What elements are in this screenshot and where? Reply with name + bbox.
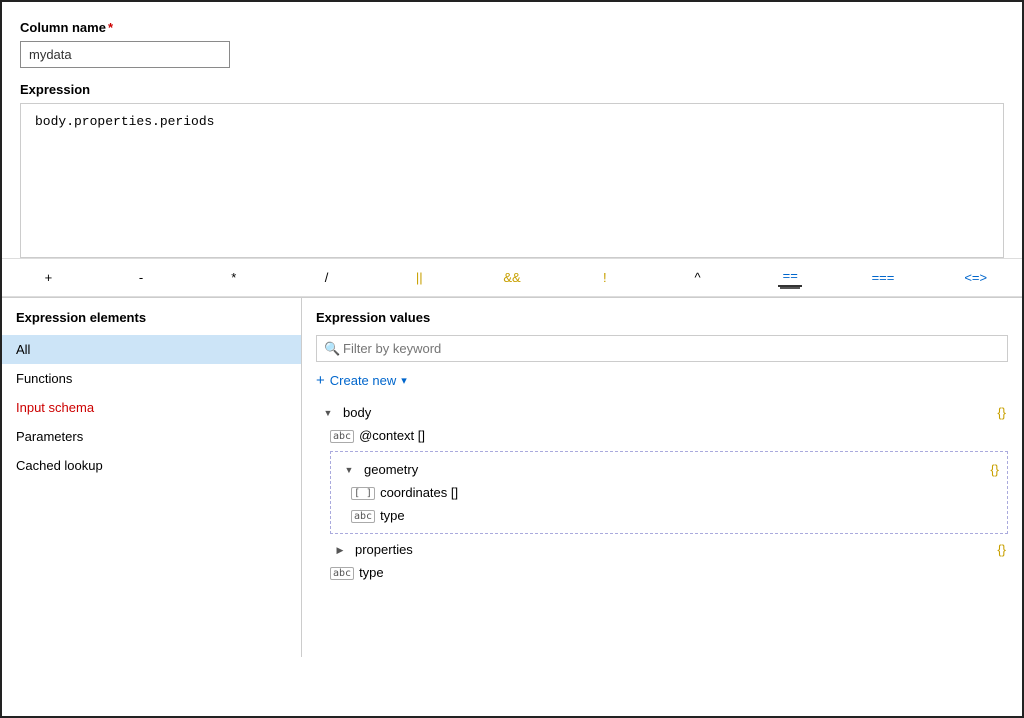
filter-input[interactable]	[316, 335, 1008, 362]
operator-neq[interactable]: <=>	[929, 268, 1022, 287]
chevron-geometry-icon	[339, 464, 359, 476]
geometry-brace: {}	[990, 462, 999, 477]
operator-divide[interactable]: /	[280, 268, 373, 287]
geometry-group-box: geometry {} [ ] coordinates [] abc type	[330, 451, 1008, 534]
geometry-label: geometry	[364, 462, 418, 477]
filter-input-wrap: 🔍	[316, 335, 1008, 362]
expression-label: Expression	[20, 82, 1004, 97]
column-name-section: Column name*	[20, 20, 1004, 82]
operator-and[interactable]: &&	[466, 268, 559, 287]
tree-item-properties[interactable]: properties {}	[316, 538, 1008, 561]
sidebar-item-functions[interactable]: Functions	[2, 364, 301, 393]
sidebar-item-input-schema[interactable]: Input schema	[2, 393, 301, 422]
context-label: @context []	[359, 428, 425, 443]
chevron-down-icon: ▾	[401, 374, 407, 387]
column-name-input[interactable]	[20, 41, 230, 68]
expression-editor[interactable]: body.properties.periods	[20, 103, 1004, 258]
left-panel: Expression elements All Functions Input …	[2, 298, 302, 657]
sidebar-item-cached-lookup[interactable]: Cached lookup	[2, 451, 301, 480]
type-body-type-icon: abc	[330, 567, 354, 579]
operator-bar: + - * / || && ! ^ == === <=>	[2, 258, 1022, 297]
operator-or[interactable]: ||	[373, 268, 466, 287]
coordinates-type-icon: [ ]	[351, 487, 375, 499]
right-panel-title: Expression values	[316, 310, 1008, 325]
chevron-body-icon	[318, 407, 338, 419]
type-geo-label: type	[380, 508, 405, 523]
plus-icon: +	[316, 372, 325, 389]
tree-item-coordinates[interactable]: [ ] coordinates []	[337, 481, 1001, 504]
right-panel: Expression values 🔍 + Create new ▾ body …	[302, 298, 1022, 657]
chevron-properties-icon	[330, 544, 350, 556]
tree-item-type-body[interactable]: abc type	[316, 561, 1008, 584]
properties-label: properties	[355, 542, 413, 557]
type-geo-type-icon: abc	[351, 510, 375, 522]
search-icon: 🔍	[324, 341, 340, 357]
body-label: body	[343, 405, 371, 420]
operator-minus[interactable]: -	[95, 268, 188, 287]
operator-not[interactable]: !	[558, 268, 651, 287]
tree-item-context[interactable]: abc @context []	[316, 424, 1008, 447]
operator-eq[interactable]: ==	[744, 266, 837, 289]
main-container: Column name* Expression body.properties.…	[2, 2, 1022, 258]
properties-brace: {}	[997, 542, 1006, 557]
create-new-button[interactable]: + Create new ▾	[316, 372, 1008, 389]
body-brace: {}	[997, 405, 1006, 420]
operator-seq[interactable]: ===	[837, 268, 930, 287]
bottom-panel: Expression elements All Functions Input …	[2, 297, 1022, 657]
operator-caret[interactable]: ^	[651, 268, 744, 287]
tree-item-type-geo[interactable]: abc type	[337, 504, 1001, 527]
coordinates-label: coordinates []	[380, 485, 458, 500]
column-name-label: Column name*	[20, 20, 1004, 35]
required-star: *	[108, 20, 113, 35]
sidebar-item-all[interactable]: All	[2, 335, 301, 364]
tree-item-body[interactable]: body {}	[316, 401, 1008, 424]
left-panel-title: Expression elements	[2, 310, 301, 335]
context-type-icon: abc	[330, 430, 354, 442]
operator-multiply[interactable]: *	[187, 268, 280, 287]
tree-item-geometry[interactable]: geometry {}	[337, 458, 1001, 481]
create-new-label: Create new	[330, 373, 396, 388]
operator-plus[interactable]: +	[2, 268, 95, 287]
type-body-label: type	[359, 565, 384, 580]
sidebar-item-parameters[interactable]: Parameters	[2, 422, 301, 451]
